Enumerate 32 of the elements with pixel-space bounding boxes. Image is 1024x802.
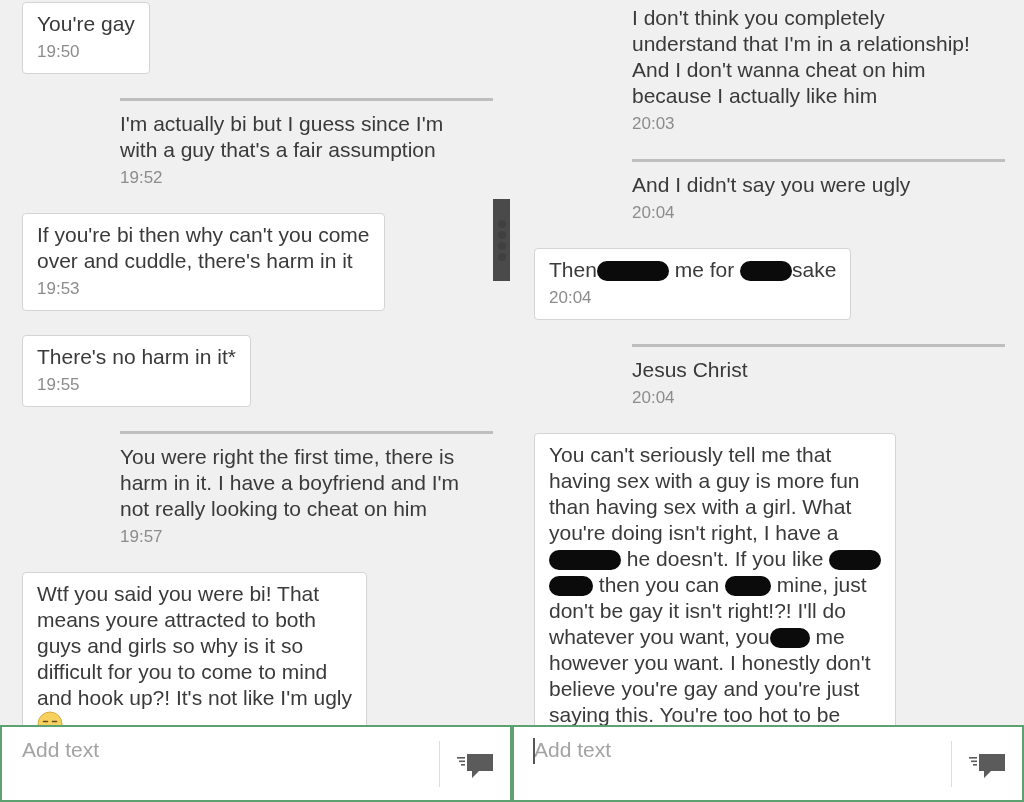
redaction-mark	[549, 550, 621, 570]
message-time: 20:04	[549, 287, 593, 309]
redaction-mark	[724, 576, 771, 596]
scroll-handle[interactable]	[493, 199, 510, 281]
message-text: If you're bi then why can't you come over and cuddle, there's harm in it	[37, 222, 370, 274]
message-text: There's no harm in it*	[37, 344, 236, 370]
message-input[interactable]: Add text	[514, 735, 951, 765]
message-text: Then me for sake	[549, 257, 837, 283]
redaction-mark	[740, 261, 793, 281]
message-time: 20:04	[632, 387, 676, 409]
message-text: Wtf you said you were bi! That means youre attracted to both guys and girls so why is it so difficult for you to come to mind and hook up?! It's not like I'm ugly	[37, 581, 353, 725]
message-time: 19:55	[37, 374, 81, 396]
redaction-mark	[829, 550, 882, 570]
message-text: You were right the first time, there is harm in it. I have a boyfriend and I'm not really looking to cheat on him	[120, 444, 460, 522]
speech-bubble-icon	[457, 753, 493, 778]
compose-bar[interactable]: Add text	[0, 725, 512, 802]
message-time: 19:57	[120, 526, 164, 548]
message-time: 19:50	[37, 41, 81, 63]
message-input[interactable]: Add text	[2, 735, 439, 765]
message-time: 19:53	[37, 278, 81, 300]
message-text: You're gay	[37, 11, 135, 37]
message-time: 20:04	[632, 202, 676, 224]
message-time: 19:52	[120, 167, 164, 189]
message-text: Jesus Christ	[632, 357, 749, 383]
message-text: I'm actually bi but I guess since I'm with a guy that's a fair assumption	[120, 111, 445, 163]
compose-bar[interactable]: Add text	[512, 725, 1024, 802]
message-time: 20:03	[632, 113, 676, 135]
message-text: And I didn't say you were ugly	[632, 172, 912, 198]
message-text: I don't think you completely understand that I'm in a relationship! And I don't wanna cheat on him because I actually like him	[632, 5, 971, 109]
speech-bubble-icon	[969, 753, 1005, 778]
redaction-mark	[549, 576, 593, 596]
redaction-mark	[769, 628, 810, 648]
